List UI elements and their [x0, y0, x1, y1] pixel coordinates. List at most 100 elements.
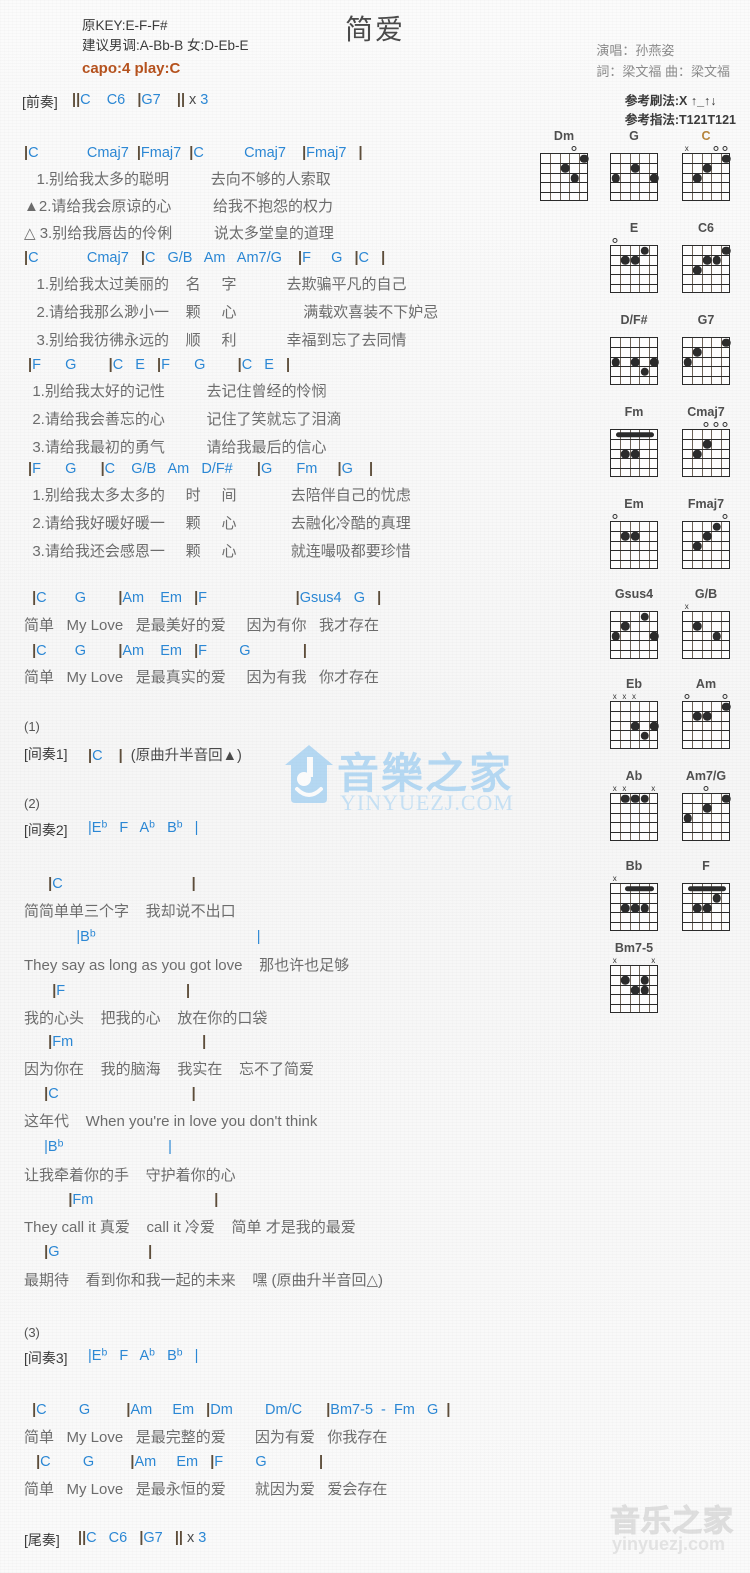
writer-line: 詞：梁文福 曲：梁文福 — [596, 64, 730, 80]
chord-fretboard-grid — [610, 521, 658, 569]
yinyuezj-logo-icon — [285, 745, 333, 803]
chord-fretboard-grid — [610, 429, 658, 477]
barre-bar — [687, 886, 727, 892]
verse1-chordline-4: |F G |C G/B Am D/F# |G Fm |G | — [28, 461, 374, 477]
chord-diagram-name: Bb — [625, 859, 643, 873]
fretboard-string-line — [648, 966, 651, 1012]
finger-dot — [560, 164, 570, 173]
fretboard-string-line — [691, 612, 694, 658]
barre-bar — [615, 432, 655, 438]
finger-dot — [721, 338, 731, 348]
fretboard-string-line — [619, 246, 622, 292]
verse1-lyric-2-3: 3.别给我彷彿永远的 顺 利 幸福到忘了去同情 — [24, 332, 407, 349]
finger-dot — [621, 622, 630, 631]
chord-open-string-markers — [675, 236, 737, 245]
chord-diagram-name: F — [702, 859, 710, 873]
chord-fretboard-grid — [610, 153, 659, 201]
bridge-lyric-8: 最期待 看到你和我一起的未来 嘿 (原曲升半音回△) — [24, 1272, 384, 1289]
chord-diagram-name: C — [701, 129, 711, 143]
bridge-chordline-5: |C | — [44, 1086, 196, 1102]
verse1-lyric-1-2: ▲2.请给我会原谅的心 给我不抱怨的权力 — [24, 198, 334, 215]
fretboard-fret-line — [611, 191, 657, 193]
fretboard-string-line — [619, 338, 622, 384]
muted-string-icon: x — [622, 692, 627, 701]
watermark-en-text: YINYUEZJ.COM — [340, 790, 514, 815]
interlude3-label: [间奏3] — [24, 1350, 68, 1366]
chord-diagram-name: Cmaj7 — [687, 405, 725, 419]
fretboard-fret-line — [611, 366, 657, 368]
finger-dot — [630, 357, 640, 367]
fretboard-fret-line — [611, 975, 657, 977]
fretboard-string-line — [559, 154, 561, 200]
intro-label: [前奏] — [22, 94, 58, 110]
fretboard-fret-line — [611, 559, 657, 561]
chord-diagram-name: Fmaj7 — [687, 497, 725, 511]
verse1-lyric-4-2: 2.请给我好暖好暖一 颗 心 去融化冷酷的真理 — [24, 515, 411, 532]
chord-fretboard-grid — [682, 153, 731, 201]
fretboard-fret-line — [683, 375, 729, 377]
interlude2-label: [间奏2] — [24, 822, 68, 838]
finger-dot — [621, 976, 630, 985]
fretboard-fret-line — [541, 191, 587, 193]
fretboard-fret-line — [683, 649, 729, 651]
muted-string-icon: x — [684, 144, 689, 153]
chord-open-string-markers: x — [675, 144, 737, 153]
finger-dot — [721, 794, 731, 804]
fretboard-fret-line — [611, 994, 657, 996]
outro-chords: ||C C6 |G7 || x 3 — [78, 1530, 207, 1546]
bridge-lyric-6: 让我牵着你的手 守护着你的心 — [24, 1167, 236, 1184]
finger-dot — [693, 265, 702, 275]
fretboard-fret-line — [683, 347, 729, 349]
fretboard-string-line — [720, 430, 723, 476]
muted-string-icon: x — [612, 956, 617, 965]
verse1-lyric-2-2: 2.请给我那么渺小一 颗 心 满载欢喜装不下妒忌 — [24, 304, 439, 321]
fretboard-string-line — [711, 246, 713, 292]
verse1-lyric-4-1: 1.别给我太多太多的 时 间 去陪伴自己的忧虑 — [24, 487, 411, 504]
fretboard-string-line — [701, 794, 703, 840]
fretboard-fret-line — [611, 649, 657, 651]
open-string-icon — [713, 422, 719, 427]
finger-dot — [640, 612, 649, 622]
fretboard-fret-line — [611, 550, 657, 552]
fretboard-fret-line — [611, 540, 657, 542]
chord-diagram-name: Dm — [553, 129, 575, 143]
chorus1-chordline-2: |C G |Am Em |F G | — [32, 643, 307, 659]
finger-dot — [630, 721, 640, 731]
interlude3-chords: |Eb F Ab Bb | — [88, 1347, 199, 1364]
fretboard-string-line — [691, 794, 694, 840]
fretboard-fret-line — [611, 893, 657, 895]
watermark-cn-text: 音樂之家 — [337, 749, 514, 798]
finger-dot — [630, 532, 640, 541]
singer-line: 演唱：孙燕姿 — [596, 43, 675, 58]
finger-dot — [611, 631, 621, 641]
capo-info: capo:4 play:C — [82, 60, 181, 78]
chord-diagram-name: Ab — [625, 769, 643, 783]
chord-fretboard-grid — [610, 701, 659, 749]
fretboard-fret-line — [611, 439, 657, 441]
bridge-lyric-2: They say as long as you got love 那也许也足够 — [24, 957, 350, 974]
verse1-lyric-3-2: 2.请给我会善忘的心 记住了笑就忘了泪滴 — [24, 411, 342, 428]
finger-dot — [702, 164, 712, 173]
chord-diagram-name: E — [629, 221, 639, 235]
chord-diagram-name: C6 — [698, 221, 714, 235]
finger-dot — [640, 985, 649, 995]
finger-dot — [630, 985, 640, 995]
chord-open-string-markers — [603, 512, 665, 521]
fretboard-string-line — [648, 522, 651, 568]
chord-fretboard-grid — [610, 611, 659, 659]
chord-diagram-fmaj7: Fmaj7 — [675, 498, 737, 569]
chord-fretboard-grid — [540, 153, 589, 201]
fretboard-string-line — [639, 702, 641, 748]
finger-dot — [649, 357, 659, 367]
fretboard-fret-line — [611, 1003, 657, 1005]
fretboard-string-line — [629, 612, 631, 658]
bridge-lyric-1: 简简单单三个字 我却说不出口 — [24, 903, 236, 920]
finger-dot — [693, 348, 702, 357]
muted-string-icon: x — [632, 692, 636, 701]
finger-dot — [611, 173, 621, 183]
muted-string-icon: x — [612, 692, 617, 701]
play-reference: 参考刷法:X ↑_↑↓ 参考指法:T121T121 — [625, 92, 736, 131]
finger-dot — [640, 903, 649, 913]
open-string-icon — [612, 238, 618, 243]
chord-open-string-markers — [675, 512, 737, 521]
